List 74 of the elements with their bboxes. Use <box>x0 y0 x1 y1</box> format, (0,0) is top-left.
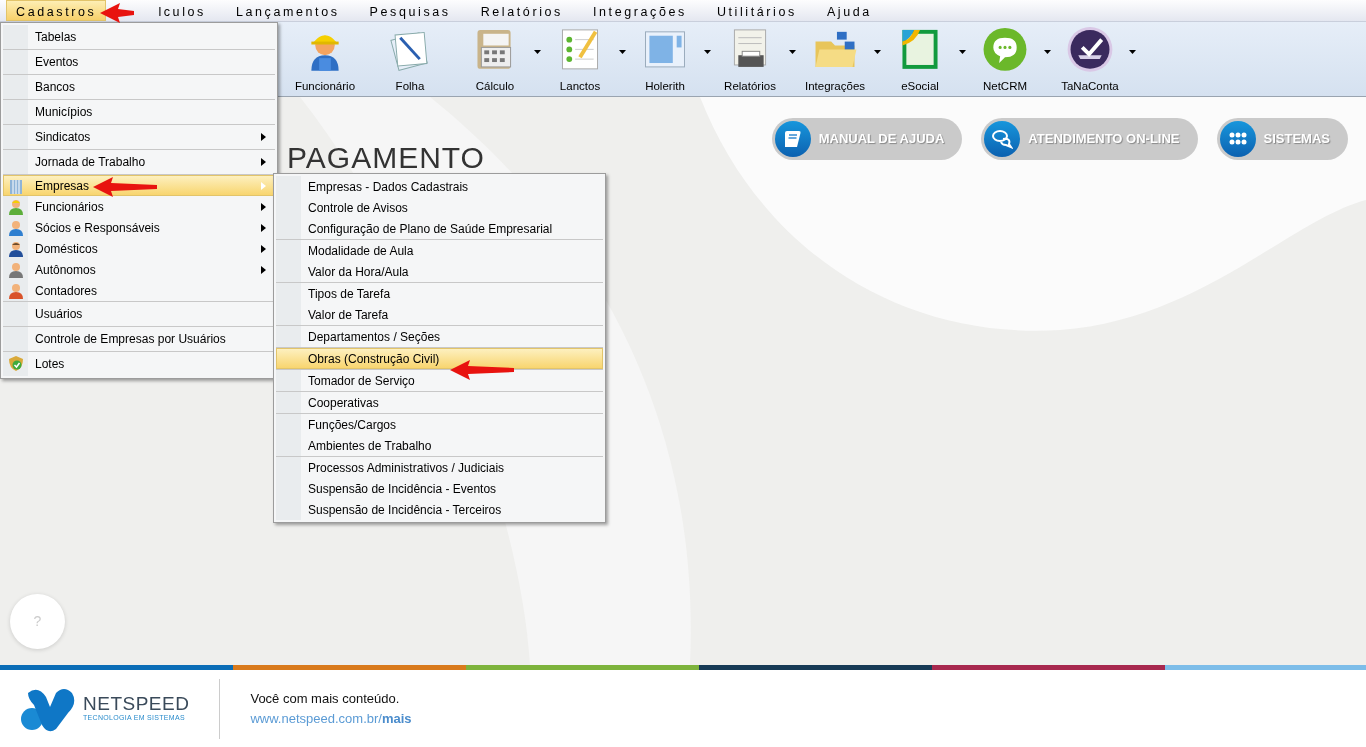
website-link[interactable]: www.netspeed.com.br/mais <box>250 708 412 728</box>
menu-item[interactable]: Controle de Avisos <box>276 197 603 218</box>
menu-item[interactable]: Utilitários <box>706 0 807 21</box>
toolbar-button[interactable]: eSocial <box>885 22 955 96</box>
menu-item[interactable]: Domésticos <box>3 238 275 259</box>
menu-item[interactable]: Usuários <box>3 302 275 326</box>
menu-item[interactable]: Contadores <box>3 280 275 301</box>
toolbar-button[interactable]: Holerith <box>630 22 700 96</box>
menu-item[interactable]: Funções/Cargos <box>276 414 603 435</box>
menu-item[interactable]: Valor de Tarefa <box>276 304 603 325</box>
person-icon <box>8 262 24 279</box>
menu-item[interactable]: Relatórios <box>470 0 573 21</box>
menu-item[interactable]: Tomador de Serviço <box>276 370 603 391</box>
toolbar-button[interactable]: Cálculo <box>460 22 530 96</box>
menu-item[interactable]: Municípios <box>3 100 275 124</box>
annotation-arrow <box>450 359 514 381</box>
caret-icon <box>1044 50 1051 54</box>
chat-icon <box>981 26 1029 73</box>
page-heading: PAGAMENTO <box>287 140 485 176</box>
menu-item[interactable]: Bancos <box>3 75 275 99</box>
menu-item[interactable]: Eventos <box>3 50 275 74</box>
caret-icon <box>704 50 711 54</box>
menu-item[interactable]: Valor da Hora/Aula <box>276 261 603 282</box>
menu-item[interactable]: Configuração de Plano de Saúde Empresarial <box>276 218 603 239</box>
caret-icon <box>959 50 966 54</box>
chat-icon <box>991 128 1014 150</box>
toolbar-button[interactable]: Relatórios <box>715 22 785 96</box>
menu-item[interactable]: Controle de Empresas por Usuários <box>3 327 275 351</box>
person-icon <box>8 283 24 300</box>
toolbar-button[interactable]: NetCRM <box>970 22 1040 96</box>
menu-item[interactable]: Departamentos / Seções <box>276 326 603 347</box>
menu-item[interactable]: Empresas - Dados Cadastrais <box>276 176 603 197</box>
menu-item[interactable]: Lançamentos <box>225 0 350 21</box>
menu-item[interactable]: Lotes <box>3 352 275 376</box>
caret-icon <box>1129 50 1136 54</box>
menu-item[interactable]: Jornada de Trabalho <box>3 150 275 174</box>
menu-item[interactable]: Tipos de Tarefa <box>276 283 603 304</box>
menu-item[interactable]: Suspensão de Incidência - Eventos <box>276 478 603 499</box>
annotation-arrow <box>100 2 134 24</box>
menu-item[interactable]: Ajuda <box>816 0 882 21</box>
toolbar-button[interactable]: Integrações <box>800 22 870 96</box>
brand-name: NETSPEED <box>83 693 190 713</box>
annotation-arrow <box>93 176 157 198</box>
toolbar-button[interactable]: Funcionário <box>290 22 360 96</box>
menu-item[interactable]: Cooperativas <box>276 392 603 413</box>
menu-item[interactable]: lculos <box>148 0 216 21</box>
menu-item[interactable]: Obras (Construção Civil) <box>276 348 603 369</box>
menu-item[interactable]: Sindicatos <box>3 125 275 149</box>
person-icon <box>8 199 24 216</box>
menu-item[interactable]: Suspensão de Incidência - Terceiros <box>276 499 603 520</box>
menu-item[interactable]: Tabelas <box>3 25 275 49</box>
caret-icon <box>619 50 626 54</box>
shield-icon <box>8 355 24 372</box>
menu-item[interactable]: Integrações <box>582 0 697 21</box>
menu-item[interactable]: Pesquisas <box>359 0 461 21</box>
tagline-text: Você com mais conteúdo. <box>250 690 401 708</box>
toolbar-button[interactable]: Folha <box>375 22 445 96</box>
menu-item[interactable]: Ambientes de Trabalho <box>276 435 603 456</box>
caret-icon <box>534 50 541 54</box>
menu-item[interactable]: Processos Administrativos / Judiciais <box>276 457 603 478</box>
menu-item[interactable]: Autônomos <box>3 259 275 280</box>
building-icon <box>8 178 24 195</box>
caret-icon <box>874 50 881 54</box>
menu-item[interactable]: Sócios e Responsáveis <box>3 217 275 238</box>
toolbar-button[interactable]: TaNaConta <box>1055 22 1125 96</box>
caret-icon <box>789 50 796 54</box>
toolbar-button[interactable]: Lanctos <box>545 22 615 96</box>
person-icon <box>8 220 24 237</box>
menu-item[interactable]: Cadastros <box>6 0 107 21</box>
menu-item[interactable]: Funcionários <box>3 196 275 217</box>
menu-item[interactable]: Modalidade de Aula <box>276 240 603 261</box>
menu-item[interactable]: Empresas <box>3 175 275 196</box>
check-tray-icon <box>1066 26 1114 73</box>
person-icon <box>8 241 24 258</box>
